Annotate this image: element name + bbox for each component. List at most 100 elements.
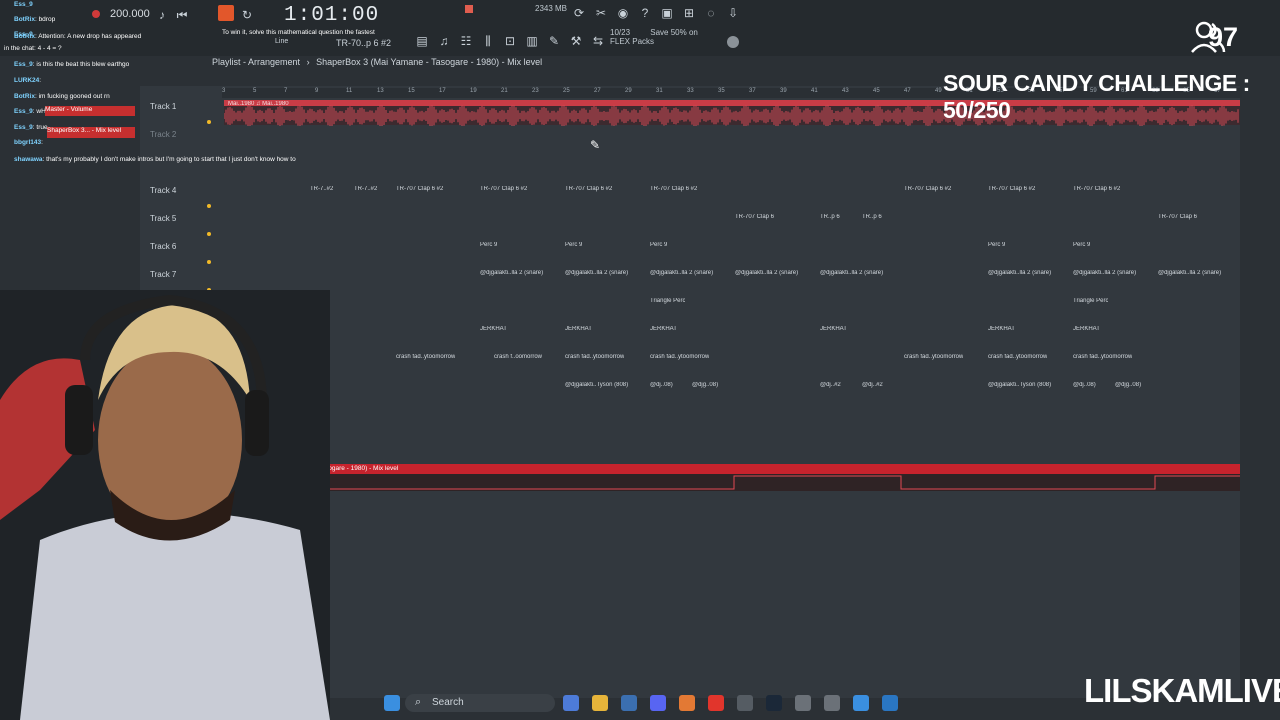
mixer-icon[interactable]: ⫼ xyxy=(481,34,495,48)
clip-crash[interactable]: crash fad..ytoomorrow xyxy=(396,354,455,364)
clip-jerkhat[interactable]: JERKHAT xyxy=(988,326,1015,336)
track-mute-dot-4[interactable] xyxy=(207,204,211,208)
track-label-7[interactable]: Track 7 xyxy=(150,270,176,279)
taskbar-search[interactable]: ⌕ Search xyxy=(405,694,555,712)
clip-triangle[interactable]: Triangle Perc xyxy=(650,298,685,308)
mic-icon[interactable]: ◉ xyxy=(616,6,630,20)
clip-clap[interactable]: TR-707 Clap 6 #2 xyxy=(565,186,612,196)
steam-icon[interactable] xyxy=(766,695,782,711)
clip-triangle[interactable]: Triangle Perc xyxy=(1073,298,1108,308)
track-label-6[interactable]: Track 6 xyxy=(150,242,176,251)
copilot-icon[interactable] xyxy=(563,695,579,711)
notepad-icon[interactable] xyxy=(853,695,869,711)
clip-crash[interactable]: crash fad..ytoomorrow xyxy=(650,354,709,364)
loop-icon[interactable]: ↻ xyxy=(240,8,254,22)
brave-icon[interactable] xyxy=(708,695,724,711)
clip-jerkhat[interactable]: JERKHAT xyxy=(1073,326,1100,336)
pencil-cursor-icon: ✎ xyxy=(590,138,601,152)
clip-808[interactable]: @djg..08) xyxy=(1115,382,1141,392)
clip-jerkhat[interactable]: JERKHAT xyxy=(820,326,847,336)
clip-jerkhat[interactable]: JERKHAT xyxy=(480,326,507,336)
cut-icon[interactable]: ✂ xyxy=(594,6,608,20)
piano-roll-icon[interactable]: ♫ xyxy=(437,34,451,48)
track-mute-dot-5[interactable] xyxy=(207,232,211,236)
plugin-database-icon[interactable]: ▥ xyxy=(525,34,539,48)
track-mute-dot-1[interactable] xyxy=(207,120,211,124)
clip-perc[interactable]: Perc 9 xyxy=(480,242,497,252)
clip-clap[interactable]: TR-707 Clap 6 #2 xyxy=(396,186,443,196)
app-icon[interactable] xyxy=(795,695,811,711)
link-icon[interactable]: ⇆ xyxy=(591,34,605,48)
record-mode-button[interactable] xyxy=(218,5,234,21)
plugin-icon[interactable]: ⊞ xyxy=(682,6,696,20)
brush-icon[interactable]: ✎ xyxy=(547,34,561,48)
clip-perc[interactable]: Perc 9 xyxy=(650,242,667,252)
obs-icon[interactable] xyxy=(737,695,753,711)
rewind-icon[interactable]: ⏮ xyxy=(175,8,189,22)
clip-perc[interactable]: Perc 9 xyxy=(1073,242,1090,252)
clip-jerkhat[interactable]: JERKHAT xyxy=(650,326,677,336)
clip-clap[interactable]: TR-7..#2 xyxy=(310,186,333,196)
channel-rack-icon[interactable]: ☷ xyxy=(459,34,473,48)
clip-snare[interactable]: @djgalakti..lla 2 (snare) xyxy=(1073,270,1136,280)
clip-snare[interactable]: @djgalakti..lla 2 (snare) xyxy=(565,270,628,280)
clip-808[interactable]: @djg..08) xyxy=(692,382,718,392)
pattern-selector[interactable]: TR-70..p 6 #2 xyxy=(336,38,391,48)
download-icon[interactable]: ⇩ xyxy=(726,6,740,20)
refresh-icon[interactable]: ⟳ xyxy=(572,6,586,20)
clip-clap[interactable]: TR-707 Clap 6 #2 xyxy=(480,186,527,196)
clip-808[interactable]: @djgalakti..Tyson (808) xyxy=(988,382,1051,392)
clip-808[interactable]: @djgalakti..Tyson (808) xyxy=(565,382,628,392)
save-icon[interactable]: ▣ xyxy=(660,6,674,20)
breadcrumb-playlist[interactable]: Playlist - Arrangement xyxy=(212,57,300,67)
clip-crash[interactable]: crash f..oomorrow xyxy=(494,354,542,364)
clip-snare[interactable]: @djgalakti..lla 2 (snare) xyxy=(988,270,1051,280)
track-label-4[interactable]: Track 4 xyxy=(150,186,176,195)
clip-crash[interactable]: crash fad..ytoomorrow xyxy=(988,354,1047,364)
discord-icon[interactable] xyxy=(650,695,666,711)
clip-808[interactable]: @dj..08) xyxy=(1073,382,1096,392)
clip-crash[interactable]: crash fad..ytoomorrow xyxy=(1073,354,1132,364)
help-icon[interactable]: ? xyxy=(638,6,652,20)
clip-snare[interactable]: @djgalakti..lla 2 (snare) xyxy=(1158,270,1221,280)
browser-icon[interactable]: ⊡ xyxy=(503,34,517,48)
clip-clap[interactable]: TR-707 Clap 6 #2 xyxy=(650,186,697,196)
clip-clap6[interactable]: TR-707 Clap 6 xyxy=(1158,214,1197,224)
track-label-5[interactable]: Track 5 xyxy=(150,214,176,223)
stop-icon[interactable] xyxy=(465,5,473,13)
track-mute-dot-6[interactable] xyxy=(207,260,211,264)
clip-snare[interactable]: @djgalakti..lla 2 (snare) xyxy=(735,270,798,280)
store-icon[interactable] xyxy=(621,695,637,711)
clip-perc[interactable]: Perc 9 xyxy=(988,242,1005,252)
clip-808[interactable]: @dj..08) xyxy=(650,382,673,392)
clip-808[interactable]: @dj..#2 xyxy=(820,382,841,392)
automation-clip-header[interactable] xyxy=(250,464,1240,474)
playlist-icon[interactable]: ▤ xyxy=(415,34,429,48)
clip-snare[interactable]: @djgalakti..lla 2 (snare) xyxy=(480,270,543,280)
account-icon[interactable] xyxy=(727,36,739,48)
clip-crash[interactable]: crash fad..ytoomorrow xyxy=(904,354,963,364)
clip-clap[interactable]: TR-7..#2 xyxy=(354,186,377,196)
clip-perc[interactable]: Perc 9 xyxy=(565,242,582,252)
clip-clap[interactable]: TR-707 Clap 6 #2 xyxy=(904,186,951,196)
clip-clap6[interactable]: TR..p 6 xyxy=(862,214,882,224)
tools-icon[interactable]: ⚒ xyxy=(569,34,583,48)
snap-mode[interactable]: Line xyxy=(275,38,288,45)
file-explorer-icon[interactable] xyxy=(592,695,608,711)
fl-studio-icon[interactable] xyxy=(679,695,695,711)
ruler-tick: 29 xyxy=(625,88,632,94)
clip-clap[interactable]: TR-707 Clap 6 #2 xyxy=(988,186,1035,196)
clip-crash[interactable]: crash fad..ytoomorrow xyxy=(565,354,624,364)
video-app-icon[interactable] xyxy=(824,695,840,711)
clip-snare[interactable]: @djgalakti..lla 2 (snare) xyxy=(820,270,883,280)
clip-jerkhat[interactable]: JERKHAT xyxy=(565,326,592,336)
breadcrumb-item[interactable]: ShaperBox 3 (Mai Yamane - Tasogare - 198… xyxy=(316,57,542,67)
settings-app-icon[interactable] xyxy=(882,695,898,711)
chat-icon[interactable]: ◌ xyxy=(704,6,718,20)
clip-snare[interactable]: @djgalakti..lla 2 (snare) xyxy=(650,270,713,280)
windows-start-icon[interactable] xyxy=(384,695,400,711)
clip-clap6[interactable]: TR-707 Clap 6 xyxy=(735,214,774,224)
clip-clap[interactable]: TR-707 Clap 6 #2 xyxy=(1073,186,1120,196)
clip-clap6[interactable]: TR..p 6 xyxy=(820,214,840,224)
clip-808[interactable]: @dj..#2 xyxy=(862,382,883,392)
